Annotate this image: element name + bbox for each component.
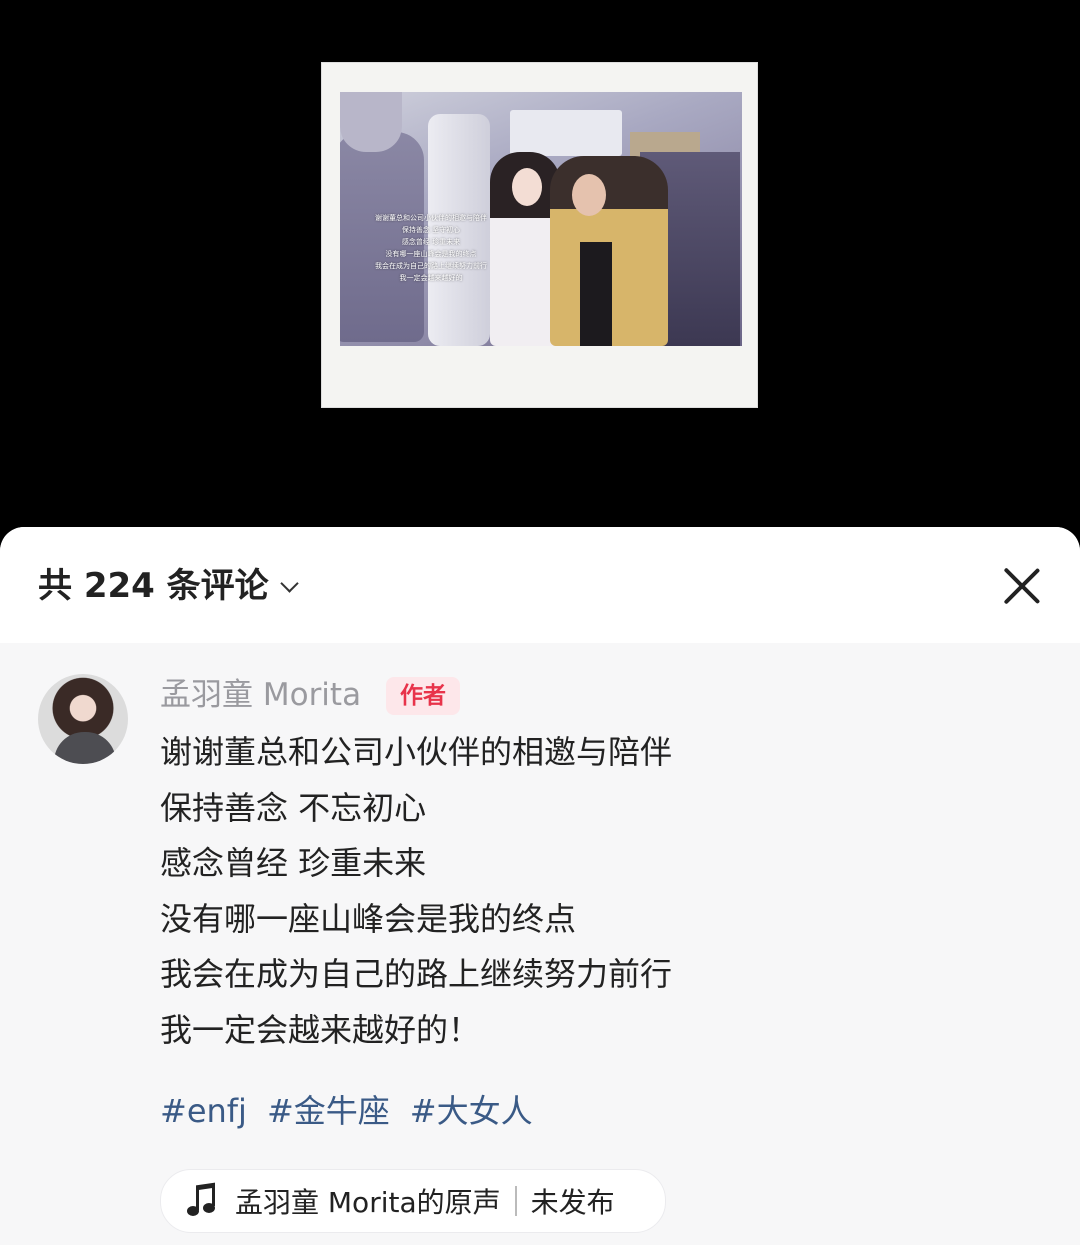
photo-caption-line: 我一定会越来越好的 bbox=[399, 274, 463, 282]
avatar[interactable] bbox=[38, 674, 128, 764]
seat-headrest-shape bbox=[340, 92, 402, 152]
media-viewer[interactable]: 谢谢董总和公司小伙伴的相邀与陪伴 保持善念 坚守初心 感念曾经 珍重未来 没有哪… bbox=[0, 0, 1080, 560]
comment-text: 谢谢董总和公司小伙伴的相邀与陪伴 保持善念 不忘初心 感念曾经 珍重未来 没有哪… bbox=[160, 725, 672, 1058]
comment-line: 我会在成为自己的路上继续努力前行 bbox=[160, 955, 673, 993]
sound-label: 孟羽童 Morita的原声 bbox=[235, 1186, 501, 1219]
polaroid-photo: 谢谢董总和公司小伙伴的相邀与陪伴 保持善念 坚守初心 感念曾经 珍重未来 没有哪… bbox=[321, 62, 758, 408]
divider bbox=[514, 1186, 517, 1216]
comments-sheet: 共 224 条评论 孟羽童 Morita 作者 谢谢董总和公司小伙伴的相邀与陪伴… bbox=[0, 527, 1080, 1245]
comment-line: 我一定会越来越好的！ bbox=[160, 1010, 481, 1049]
photo-caption-line: 感念曾经 珍重未来 bbox=[401, 238, 461, 246]
post-photo: 谢谢董总和公司小伙伴的相邀与陪伴 保持善念 坚守初心 感念曾经 珍重未来 没有哪… bbox=[340, 92, 742, 346]
hashtag-link[interactable]: #金牛座 bbox=[267, 1089, 390, 1133]
hashtag-link[interactable]: #大女人 bbox=[410, 1089, 533, 1133]
comment-line: 保持善念 不忘初心 bbox=[160, 788, 427, 827]
photo-caption-line: 我会在成为自己的路上继续努力前行 bbox=[375, 262, 487, 270]
original-sound-button[interactable]: 孟羽童 Morita的原声 未发布 bbox=[160, 1169, 666, 1233]
photo-caption-line: 没有哪一座山峰会是我的终点 bbox=[385, 250, 477, 258]
comment-line: 感念曾经 珍重未来 bbox=[160, 844, 427, 882]
person-left-face bbox=[512, 168, 542, 206]
air-conditioner-shape bbox=[510, 110, 622, 156]
author-name[interactable]: 孟羽童 Morita bbox=[160, 673, 361, 717]
hashtag-list: #enfj #金牛座 #大女人 bbox=[160, 1089, 533, 1133]
avatar-body-shape bbox=[54, 732, 116, 764]
music-note-icon bbox=[187, 1182, 217, 1218]
comments-header: 共 224 条评论 bbox=[0, 527, 1080, 643]
person-right-vest bbox=[580, 242, 612, 346]
comment-count-label: 共 224 条评论 bbox=[38, 566, 269, 606]
chevron-down-icon bbox=[279, 573, 299, 593]
comment-line: 没有哪一座山峰会是我的终点 bbox=[160, 899, 577, 938]
comment-line: 谢谢董总和公司小伙伴的相邀与陪伴 bbox=[160, 733, 673, 771]
person-right-face bbox=[572, 174, 606, 216]
sound-status: 未发布 bbox=[530, 1186, 615, 1219]
comment-count-toggle[interactable]: 共 224 条评论 bbox=[38, 563, 299, 609]
close-icon[interactable] bbox=[1000, 564, 1044, 608]
hashtag-link[interactable]: #enfj bbox=[160, 1089, 247, 1133]
photo-caption-line: 保持善念 坚守初心 bbox=[401, 226, 461, 234]
author-badge: 作者 bbox=[386, 677, 460, 715]
photo-caption: 谢谢董总和公司小伙伴的相邀与陪伴 保持善念 坚守初心 感念曾经 珍重未来 没有哪… bbox=[362, 212, 500, 284]
photo-caption-line: 谢谢董总和公司小伙伴的相邀与陪伴 bbox=[375, 214, 487, 222]
